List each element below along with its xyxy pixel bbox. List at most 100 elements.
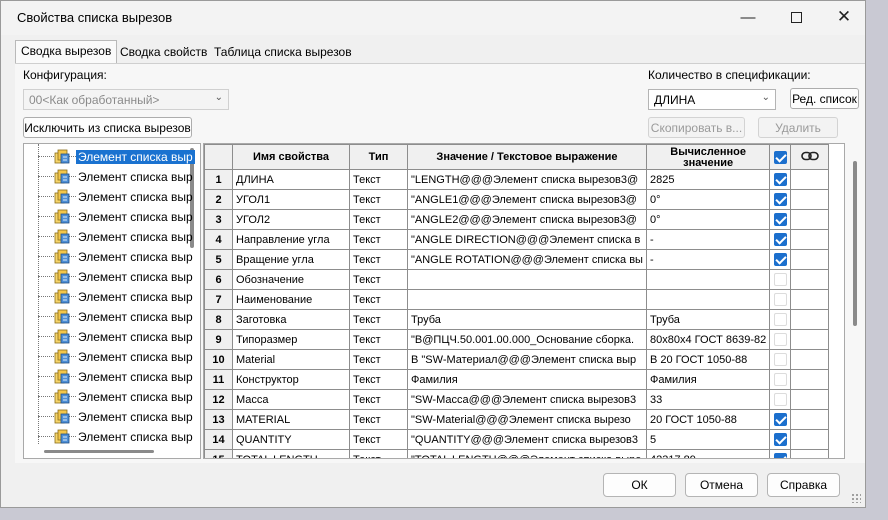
- tree-item[interactable]: Элемент списка выр: [24, 247, 194, 267]
- configuration-select[interactable]: 00<Как обработанный> ⌄: [23, 89, 229, 110]
- value-expression-cell[interactable]: "ANGLE ROTATION@@@Элемент списка вы: [407, 249, 647, 270]
- value-expression-cell[interactable]: [407, 269, 647, 290]
- tab-cut-list-summary[interactable]: Сводка вырезов: [15, 40, 118, 64]
- property-name-cell[interactable]: MATERIAL: [232, 409, 350, 430]
- maximize-button[interactable]: [773, 1, 819, 33]
- column-header-checkbox[interactable]: [769, 144, 792, 170]
- evaluated-value-cell[interactable]: 33: [645, 389, 771, 410]
- row-checkbox[interactable]: [774, 433, 788, 446]
- type-cell[interactable]: Текст: [349, 349, 408, 370]
- row-checkbox[interactable]: [774, 353, 788, 366]
- tab-properties-summary[interactable]: Сводка свойств: [115, 42, 212, 62]
- property-name-cell[interactable]: УГОЛ2: [232, 209, 350, 230]
- column-header-link[interactable]: [790, 144, 830, 170]
- delete-button[interactable]: Удалить: [758, 117, 838, 138]
- type-cell[interactable]: Текст: [349, 169, 408, 190]
- tree-item[interactable]: Элемент списка выр: [24, 387, 194, 407]
- tree-item[interactable]: Элемент списка выр: [24, 347, 194, 367]
- row-checkbox[interactable]: [774, 393, 788, 406]
- evaluated-value-cell[interactable]: [645, 269, 771, 290]
- row-checkbox[interactable]: [774, 373, 788, 386]
- property-name-cell[interactable]: Наименование: [232, 289, 350, 310]
- value-expression-cell[interactable]: "SW-Material@@@Элемент списка вырезо: [407, 409, 647, 430]
- table-row[interactable]: 7 Наименование Текст: [204, 289, 830, 310]
- row-checkbox[interactable]: [774, 453, 788, 458]
- value-expression-cell[interactable]: "ANGLE1@@@Элемент списка вырезов3@: [407, 189, 647, 210]
- value-expression-cell[interactable]: Фамилия: [407, 369, 647, 390]
- value-expression-cell[interactable]: "ANGLE DIRECTION@@@Элемент списка в: [407, 229, 647, 250]
- evaluated-value-cell[interactable]: В 20 ГОСТ 1050-88: [645, 349, 771, 370]
- column-header-property-name[interactable]: Имя свойства: [232, 144, 350, 170]
- evaluated-value-cell[interactable]: [645, 289, 771, 310]
- value-expression-cell[interactable]: "TOTAL LENGTH@@@Элемент списка выре: [407, 449, 647, 458]
- value-expression-cell[interactable]: "SW-Масса@@@Элемент списка вырезов3: [407, 389, 647, 410]
- type-cell[interactable]: Текст: [349, 409, 408, 430]
- evaluated-value-cell[interactable]: 42317.89: [645, 449, 771, 458]
- help-button[interactable]: Справка: [767, 473, 840, 497]
- tree-item[interactable]: Элемент списка выр: [24, 407, 194, 427]
- table-row[interactable]: 4 Направление угла Текст "ANGLE DIRECTION@@…: [204, 229, 830, 250]
- property-name-cell[interactable]: Масса: [232, 389, 350, 410]
- bom-quantity-select[interactable]: ДЛИНА ⌄: [648, 89, 776, 110]
- evaluated-value-cell[interactable]: Труба: [645, 309, 771, 330]
- tree-item[interactable]: Элемент списка выр: [24, 327, 194, 347]
- value-expression-cell[interactable]: "B@ПЦЧ.50.001.00.000_Основание сборка.: [407, 329, 647, 350]
- type-cell[interactable]: Текст: [349, 369, 408, 390]
- table-row[interactable]: 8 Заготовка Текст Труба Труба: [204, 309, 830, 330]
- row-checkbox[interactable]: [774, 273, 788, 286]
- property-name-cell[interactable]: QUANTITY: [232, 429, 350, 450]
- type-cell[interactable]: Текст: [349, 309, 408, 330]
- evaluated-value-cell[interactable]: 20 ГОСТ 1050-88: [645, 409, 771, 430]
- table-row[interactable]: 12 Масса Текст "SW-Масса@@@Элемент списка в…: [204, 389, 830, 410]
- header-checkbox[interactable]: [774, 150, 788, 164]
- table-row[interactable]: 9 Типоразмер Текст "B@ПЦЧ.50.001.00.000_Осн…: [204, 329, 830, 350]
- row-checkbox[interactable]: [774, 173, 788, 186]
- row-checkbox[interactable]: [774, 413, 788, 426]
- exclude-from-cut-list-button[interactable]: Исключить из списка вырезов: [23, 117, 192, 138]
- row-checkbox[interactable]: [774, 253, 788, 266]
- value-expression-cell[interactable]: "ANGLE2@@@Элемент списка вырезов3@: [407, 209, 647, 230]
- value-expression-cell[interactable]: "LENGTH@@@Элемент списка вырезов3@: [407, 169, 647, 190]
- tree-item[interactable]: Элемент списка выр: [24, 167, 194, 187]
- table-row[interactable]: 13 MATERIAL Текст "SW-Material@@@Элемент сп…: [204, 409, 830, 430]
- tree-horizontal-scrollbar[interactable]: [44, 450, 154, 453]
- property-name-cell[interactable]: Material: [232, 349, 350, 370]
- type-cell[interactable]: Текст: [349, 389, 408, 410]
- table-row[interactable]: 1 ДЛИНА Текст "LENGTH@@@Элемент списка выре…: [204, 169, 830, 190]
- column-header-value-expression[interactable]: Значение / Текстовое выражение: [407, 144, 647, 170]
- tree-item[interactable]: Элемент списка выр: [24, 367, 194, 387]
- row-checkbox[interactable]: [774, 213, 788, 226]
- row-checkbox[interactable]: [774, 193, 788, 206]
- property-name-cell[interactable]: Типоразмер: [232, 329, 350, 350]
- edit-list-button[interactable]: Ред. список: [790, 88, 859, 109]
- property-name-cell[interactable]: Обозначение: [232, 269, 350, 290]
- row-checkbox[interactable]: [774, 333, 788, 346]
- row-checkbox[interactable]: [774, 313, 788, 326]
- row-checkbox[interactable]: [774, 233, 788, 246]
- tree-item[interactable]: Элемент списка выр: [24, 207, 194, 227]
- evaluated-value-cell[interactable]: 5: [645, 429, 771, 450]
- evaluated-value-cell[interactable]: 0°: [645, 189, 771, 210]
- table-row[interactable]: 6 Обозначение Текст: [204, 269, 830, 290]
- tree-item[interactable]: Элемент списка выр: [24, 187, 194, 207]
- table-row[interactable]: 14 QUANTITY Текст "QUANTITY@@@Элемент списк…: [204, 429, 830, 450]
- value-expression-cell[interactable]: [407, 289, 647, 310]
- evaluated-value-cell[interactable]: 80x80x4 ГОСТ 8639-82: [645, 329, 771, 350]
- table-row[interactable]: 10 Material Текст В "SW-Материал@@@Элемент …: [204, 349, 830, 370]
- value-expression-cell[interactable]: "QUANTITY@@@Элемент списка вырезов3: [407, 429, 647, 450]
- evaluated-value-cell[interactable]: 2825: [645, 169, 771, 190]
- tab-cut-list-table[interactable]: Таблица списка вырезов: [209, 42, 357, 62]
- tree-item[interactable]: Элемент списка выр: [24, 287, 194, 307]
- table-row[interactable]: 11 Конструктор Текст Фамилия Фамилия: [204, 369, 830, 390]
- column-header-evaluated-value[interactable]: Вычисленное значение: [645, 144, 771, 170]
- type-cell[interactable]: Текст: [349, 269, 408, 290]
- property-name-cell[interactable]: ДЛИНА: [232, 169, 350, 190]
- minimize-button[interactable]: —: [725, 1, 771, 33]
- type-cell[interactable]: Текст: [349, 449, 408, 458]
- tree-item[interactable]: Элемент списка выр: [24, 427, 194, 447]
- type-cell[interactable]: Текст: [349, 249, 408, 270]
- type-cell[interactable]: Текст: [349, 189, 408, 210]
- type-cell[interactable]: Текст: [349, 429, 408, 450]
- property-name-cell[interactable]: Вращение угла: [232, 249, 350, 270]
- close-button[interactable]: ✕: [821, 1, 867, 33]
